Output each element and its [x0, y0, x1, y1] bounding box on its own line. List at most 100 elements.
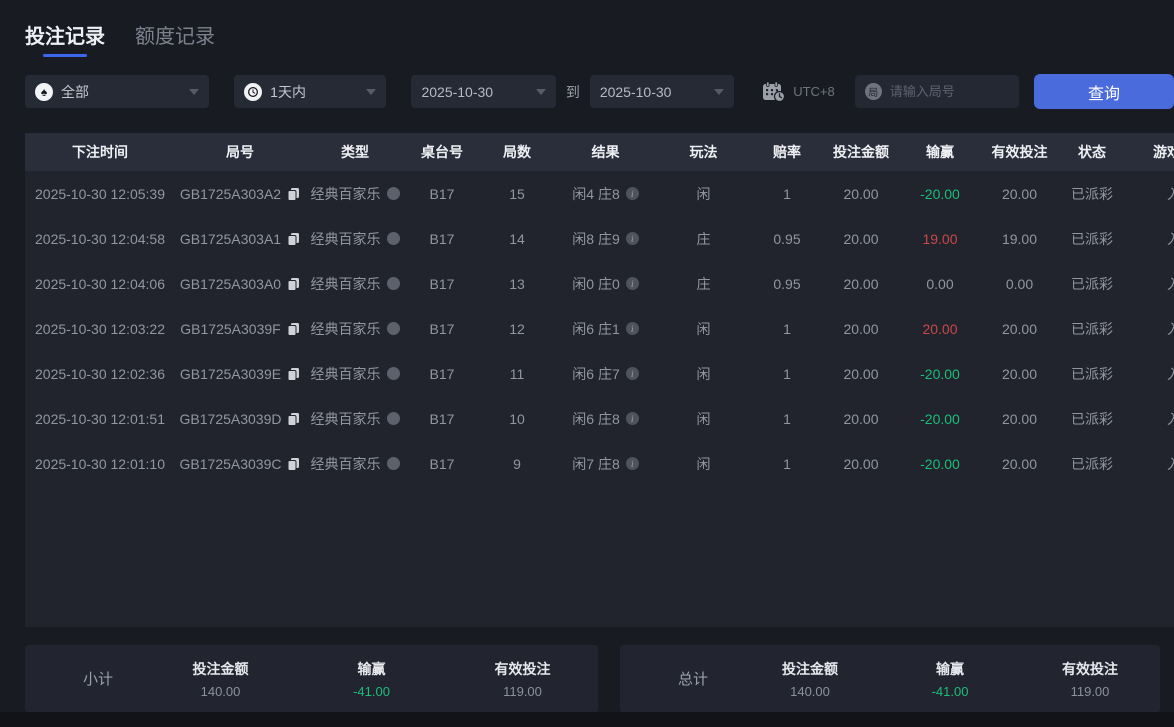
total-title: 总计	[678, 671, 709, 688]
dot-icon	[386, 232, 400, 245]
cell-odds: 0.95	[773, 230, 801, 247]
info-icon[interactable]: i	[625, 232, 639, 245]
cell-odds: 1	[783, 320, 791, 337]
cell-bet_amount: 20.00	[843, 185, 879, 202]
game-type-dropdown[interactable]: ♠ 全部	[25, 75, 210, 108]
cell-type: 经典百家乐	[305, 171, 405, 216]
copy-icon[interactable]	[287, 277, 300, 291]
cell-valid_bet: 0.00	[1005, 275, 1034, 292]
cell-bet_amount: 20.00	[843, 320, 879, 337]
info-icon[interactable]: i	[625, 277, 639, 290]
cell-result: 闲6 庄7 i	[555, 351, 656, 396]
date-to-label: 到	[565, 83, 580, 100]
date-from-dropdown[interactable]: 2025-10-30	[411, 75, 556, 108]
cell-result: 闲6 庄8 i	[555, 396, 656, 441]
cell-win_loss: -20.00	[920, 365, 960, 382]
cell-time: 2025-10-30 12:03:22	[35, 320, 165, 337]
cell-status: 已派彩	[1071, 455, 1113, 472]
total-bet-amount: 投注金额 140.00	[782, 660, 838, 699]
cell-valid_bet: 20.00	[1001, 365, 1038, 382]
column-header-table_no: 桌台号	[421, 144, 463, 160]
cell-play: 闲	[696, 410, 711, 427]
total-box: 总计 投注金额 140.00 输赢 -41.00 有效投注 119.00	[620, 645, 1160, 712]
table-row: 2025-10-30 12:04:06 GB1725A303A0 经典百家乐 B17 1…	[25, 261, 1174, 306]
filter-bar: ♠ 全部 1天内 2025-10-30 到 2025-10-30 UTC+8 局…	[25, 74, 1174, 109]
cell-play: 庄	[696, 275, 711, 292]
chevron-down-icon	[714, 88, 725, 95]
date-to-dropdown[interactable]: 2025-10-30	[589, 75, 735, 108]
cell-type: 经典百家乐	[305, 441, 405, 486]
cell-type: 经典百家乐	[305, 396, 405, 441]
cell-bet_amount: 20.00	[843, 230, 879, 247]
cell-time: 2025-10-30 12:02:36	[35, 365, 165, 382]
cell-odds: 1	[783, 365, 791, 382]
cell-result: 闲8 庄9 i	[555, 216, 656, 261]
cell-odds: 1	[783, 410, 791, 427]
chevron-down-icon	[366, 88, 377, 95]
calendar-clock-icon[interactable]	[762, 81, 786, 102]
cell-bet_amount: 20.00	[843, 365, 879, 382]
cell-table_no: B17	[429, 230, 455, 247]
cell-rounds: 15	[509, 185, 525, 202]
column-header-bet_amount: 投注金额	[833, 144, 889, 160]
column-header-odds: 赔率	[773, 144, 801, 160]
info-icon[interactable]: i	[625, 457, 639, 470]
cell-game_mode: 入座	[1126, 351, 1174, 396]
time-range-dropdown[interactable]: 1天内	[234, 75, 387, 108]
cell-rounds: 13	[509, 275, 525, 292]
cell-result: 闲0 庄0 i	[555, 261, 656, 306]
info-icon[interactable]: i	[625, 412, 639, 425]
copy-icon[interactable]	[287, 187, 300, 201]
search-button[interactable]: 查询	[1034, 74, 1174, 109]
dot-icon	[386, 412, 400, 425]
cell-time: 2025-10-30 12:04:58	[35, 230, 165, 247]
copy-icon[interactable]	[287, 367, 300, 381]
cell-table_no: B17	[429, 455, 455, 472]
dot-icon	[386, 457, 400, 470]
info-icon[interactable]: i	[625, 322, 639, 335]
cell-game_mode: 入座	[1126, 171, 1174, 216]
column-header-result: 结果	[591, 144, 620, 160]
time-range-value: 1天内	[270, 83, 306, 100]
cell-play: 闲	[696, 455, 711, 472]
cell-win_loss: 0.00	[926, 275, 954, 292]
cell-bet_amount: 20.00	[843, 455, 879, 472]
game-type-value: 全部	[61, 83, 89, 100]
column-header-status: 状态	[1078, 144, 1106, 160]
cell-rounds: 11	[509, 365, 525, 382]
bet-records-table-container: 下注时间 局号 类型 桌台号 局数 结果 玩法 赔率 投注金额 输赢 有效投注 状态 游戏模式 2025…	[25, 133, 1174, 627]
column-header-time: 下注时间	[72, 144, 128, 160]
cell-round_id: GB1725A303A2	[175, 171, 305, 216]
cell-valid_bet: 20.00	[1001, 455, 1038, 472]
tab-quota-records[interactable]: 额度记录	[135, 20, 215, 57]
cell-game_mode: 入座	[1126, 441, 1174, 486]
cell-type: 经典百家乐	[305, 351, 405, 396]
round-search-input[interactable]	[889, 84, 1009, 99]
table-row: 2025-10-30 12:01:51 GB1725A3039D 经典百家乐 B17 1…	[25, 396, 1174, 441]
subtotal-bet-amount: 投注金额 140.00	[192, 660, 249, 699]
copy-icon[interactable]	[287, 412, 300, 426]
cell-win_loss: 19.00	[922, 230, 958, 247]
column-header-win_loss: 输赢	[926, 144, 954, 160]
tab-bet-records[interactable]: 投注记录	[25, 20, 105, 57]
cell-time: 2025-10-30 12:01:10	[35, 455, 165, 472]
info-icon[interactable]: i	[625, 187, 639, 200]
copy-icon[interactable]	[287, 232, 300, 246]
cell-type: 经典百家乐	[305, 261, 405, 306]
table-row: 2025-10-30 12:03:22 GB1725A3039F 经典百家乐 B17 1…	[25, 306, 1174, 351]
column-header-game_mode: 游戏模式	[1153, 144, 1174, 160]
timezone-group: UTC+8	[762, 81, 835, 102]
info-icon[interactable]: i	[625, 367, 639, 380]
cell-round_id: GB1725A303A1	[175, 216, 305, 261]
cell-rounds: 14	[509, 230, 525, 247]
column-header-type: 类型	[341, 144, 369, 160]
copy-icon[interactable]	[287, 322, 300, 336]
copy-icon[interactable]	[287, 457, 300, 471]
cell-odds: 0.95	[773, 275, 801, 292]
dot-icon	[386, 322, 400, 335]
cell-status: 已派彩	[1071, 185, 1113, 202]
bet-records-table: 下注时间 局号 类型 桌台号 局数 结果 玩法 赔率 投注金额 输赢 有效投注 状态 游戏模式 2025…	[25, 133, 1174, 486]
table-row: 2025-10-30 12:05:39 GB1725A303A2 经典百家乐 B17 1…	[25, 171, 1174, 216]
cell-game_mode: 入座	[1126, 306, 1174, 351]
cell-odds: 1	[783, 185, 791, 202]
